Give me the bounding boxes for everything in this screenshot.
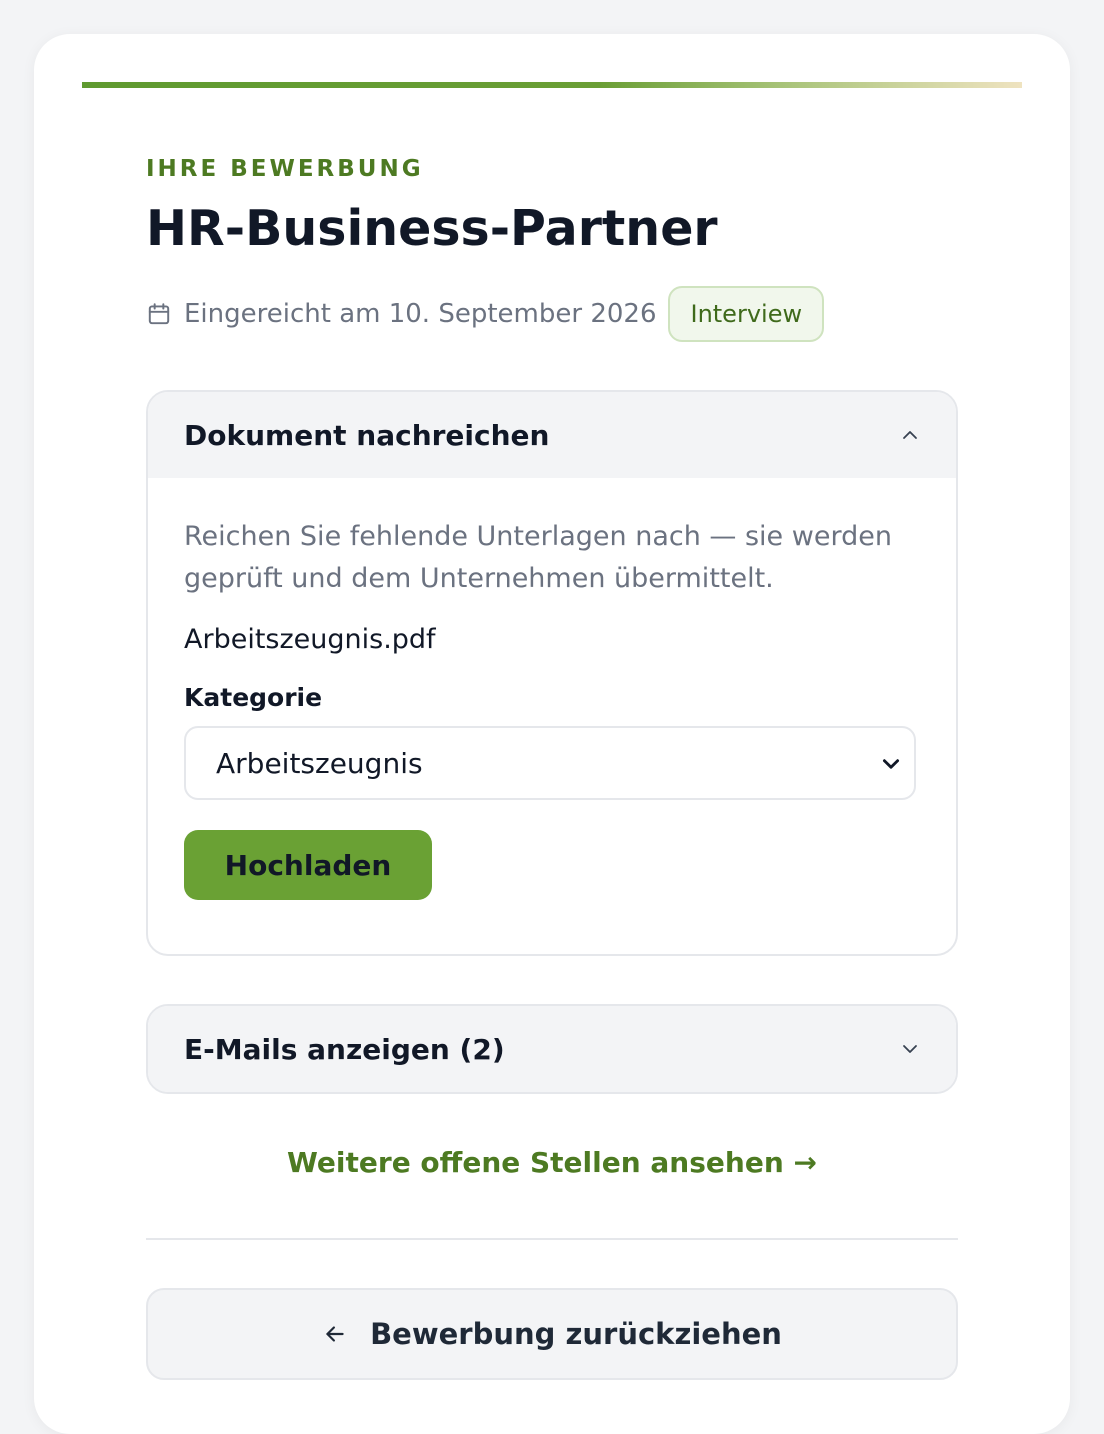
- chevron-down-icon: [880, 753, 900, 773]
- withdraw-button-label: Bewerbung zurückziehen: [370, 1317, 782, 1351]
- upload-button[interactable]: Hochladen: [184, 830, 432, 900]
- application-card: IHRE BEWERBUNG HR-Business-Partner Einge…: [34, 34, 1070, 1434]
- accent-bar: [82, 82, 1022, 88]
- emails-panel: E-Mails anzeigen (2): [146, 1004, 958, 1094]
- submission-meta: Eingereicht am 10. September 2026 Interv…: [146, 286, 825, 342]
- arrow-left-icon: [322, 1321, 348, 1347]
- selected-file-name: Arbeitszeugnis.pdf: [184, 624, 436, 655]
- status-badge: Interview: [668, 286, 825, 342]
- category-label: Kategorie: [184, 683, 323, 712]
- category-select-value: Arbeitszeugnis: [216, 746, 423, 780]
- emails-panel-title: E-Mails anzeigen (2): [184, 1032, 505, 1066]
- submitted-date: Eingereicht am 10. September 2026: [184, 299, 657, 329]
- emails-panel-header[interactable]: E-Mails anzeigen (2): [148, 1006, 956, 1092]
- chevron-down-icon: [900, 1039, 920, 1059]
- withdraw-application-button[interactable]: Bewerbung zurückziehen: [146, 1288, 958, 1380]
- eyebrow-label: IHRE BEWERBUNG: [146, 156, 424, 182]
- upload-document-panel: Dokument nachreichen Reichen Sie fehlend…: [146, 390, 958, 956]
- page-title: HR-Business-Partner: [146, 200, 718, 257]
- more-jobs-link[interactable]: Weitere offene Stellen ansehen →: [146, 1146, 958, 1179]
- divider: [146, 1238, 958, 1240]
- calendar-icon: [146, 301, 172, 327]
- upload-description: Reichen Sie fehlende Unterlagen nach — s…: [184, 521, 892, 594]
- chevron-up-icon: [900, 425, 920, 445]
- category-select[interactable]: Arbeitszeugnis: [184, 726, 916, 800]
- upload-panel-body: Reichen Sie fehlende Unterlagen nach — s…: [148, 478, 956, 900]
- upload-panel-header[interactable]: Dokument nachreichen: [148, 392, 956, 478]
- upload-panel-title: Dokument nachreichen: [184, 418, 550, 452]
